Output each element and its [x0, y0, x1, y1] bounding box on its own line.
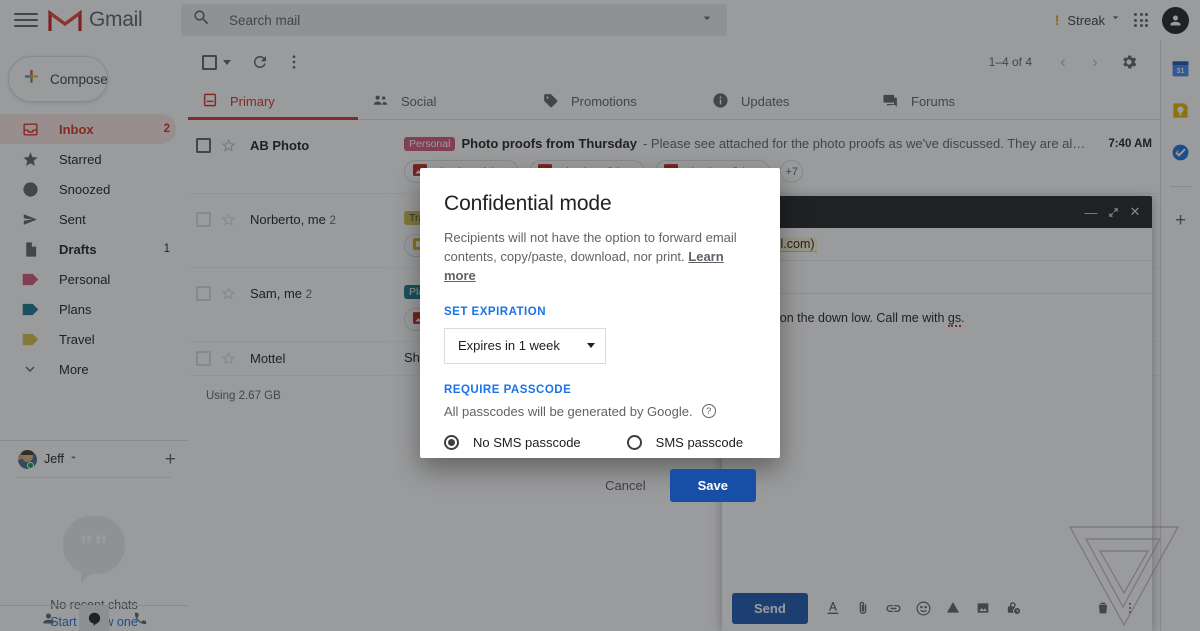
radio-sms-passcode[interactable]: SMS passcode: [626, 434, 744, 450]
radio-no-sms-passcode[interactable]: No SMS passcode: [444, 434, 581, 450]
radio-icon: [444, 434, 459, 450]
require-passcode-section-label: REQUIRE PASSCODE: [444, 383, 572, 396]
radio-icon: [626, 434, 642, 450]
gmail-app: Gmail ! Streak: [0, 0, 1200, 631]
help-icon[interactable]: ?: [701, 404, 716, 419]
passcode-note-text: All passcodes will be generated by Googl…: [444, 403, 693, 419]
set-expiration-section-label: SET EXPIRATION: [444, 305, 546, 318]
cancel-button[interactable]: Cancel: [591, 469, 659, 502]
dialog-description: Recipients will not have the option to f…: [444, 229, 749, 286]
passcode-note: All passcodes will be generated by Googl…: [444, 404, 756, 419]
radio-label: SMS passcode: [655, 434, 744, 450]
expiration-selected-value: Expires in 1 week: [458, 338, 560, 354]
confidential-mode-dialog: Confidential mode Recipients will not ha…: [420, 168, 780, 502]
passcode-radio-group: No SMS passcode SMS passcode: [444, 434, 756, 450]
chevron-down-icon: [587, 343, 595, 349]
dialog-title: Confidential mode: [444, 192, 612, 215]
expiration-select[interactable]: Expires in 1 week: [444, 327, 606, 364]
dialog-actions: Cancel Save: [444, 468, 756, 502]
save-button[interactable]: Save: [669, 468, 756, 502]
radio-label: No SMS passcode: [473, 434, 581, 450]
